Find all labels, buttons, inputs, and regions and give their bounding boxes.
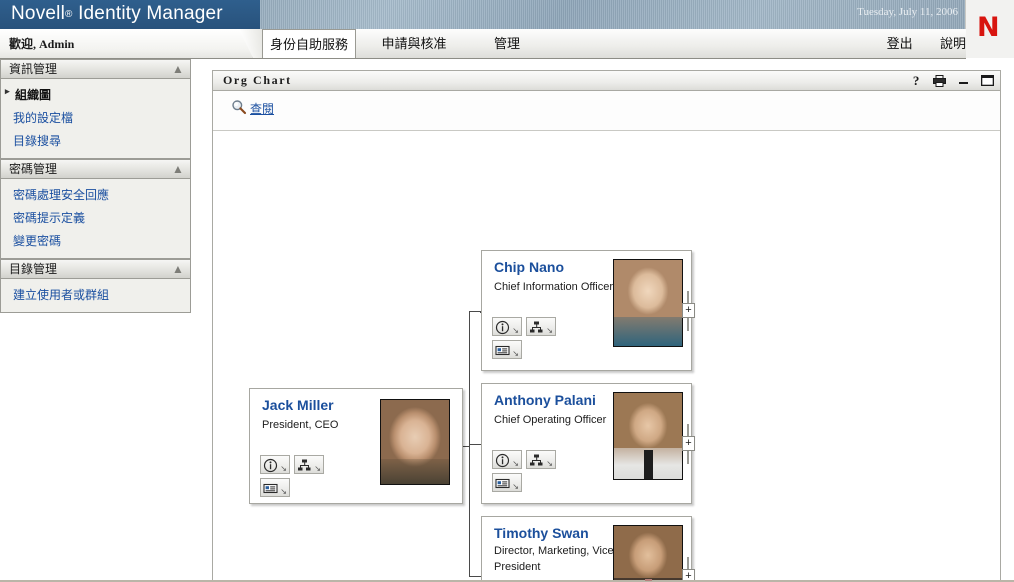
- welcome-username: , Admin: [33, 37, 75, 51]
- node-name: Jack Miller: [262, 397, 334, 413]
- expand-node-button-1[interactable]: +: [682, 303, 695, 318]
- node-button-row-2: ↘: [260, 478, 290, 497]
- info-button[interactable]: ↘: [492, 317, 522, 336]
- sidebar-item-change-password[interactable]: 變更密碼: [1, 229, 190, 252]
- dropdown-caret-icon[interactable]: ↘: [512, 327, 519, 335]
- sidebar: 資訊管理 ▲ 組織圖 我的設定檔 目錄搜尋 密碼管理 ▲ 密碼處理安全回應 密碼…: [0, 59, 191, 313]
- expand-node-button-2[interactable]: +: [682, 436, 695, 451]
- sidebar-group-body-information: 組織圖 我的設定檔 目錄搜尋: [0, 79, 191, 159]
- info-button[interactable]: ↘: [492, 450, 522, 469]
- sidebar-item-directory-search[interactable]: 目錄搜尋: [1, 129, 190, 152]
- dropdown-caret-icon[interactable]: ↘: [280, 465, 287, 473]
- current-date: Tuesday, July 11, 2006: [857, 6, 958, 18]
- node-name: Timothy Swan: [494, 525, 589, 541]
- node-title: Chief Operating Officer: [494, 414, 607, 426]
- sidebar-item-password-challenge-response[interactable]: 密碼處理安全回應: [1, 183, 190, 206]
- chip-nano-photo: [613, 259, 683, 347]
- lookup-label: 查閱: [250, 102, 275, 116]
- brand-novell: Novell: [11, 3, 65, 24]
- sidebar-group-header-password[interactable]: 密碼管理 ▲: [0, 159, 191, 179]
- top-links: 登出 說明: [863, 29, 966, 58]
- dropdown-caret-icon[interactable]: ↘: [512, 460, 519, 468]
- connector-to-anthony: [469, 444, 481, 445]
- email-button[interactable]: ↘: [260, 478, 290, 497]
- org-node-child-3[interactable]: Timothy Swan Director, Marketing, Vice P…: [481, 516, 692, 581]
- org-chart-button[interactable]: ↘: [526, 450, 556, 469]
- org-chart-button[interactable]: ↘: [294, 455, 324, 474]
- sidebar-group-title: 密碼管理: [9, 162, 58, 176]
- dropdown-caret-icon[interactable]: ↘: [546, 460, 553, 468]
- sidebar-group-title: 目錄管理: [9, 262, 58, 276]
- email-button[interactable]: ↘: [492, 340, 522, 359]
- info-button[interactable]: ↘: [260, 455, 290, 474]
- brand-registered-mark: ®: [65, 9, 73, 20]
- tab-identity-self-service[interactable]: 身份自助服務: [262, 29, 356, 58]
- dropdown-caret-icon[interactable]: ↘: [512, 483, 519, 491]
- sidebar-group-body-password: 密碼處理安全回應 密碼提示定義 變更密碼: [0, 179, 191, 259]
- sidebar-group-title: 資訊管理: [9, 62, 58, 76]
- org-node-root[interactable]: Jack Miller President, CEO ↘ ↘ ↘: [249, 388, 463, 504]
- tab-administration[interactable]: 管理: [480, 29, 534, 58]
- chevron-up-icon[interactable]: ▲: [171, 62, 185, 76]
- panel-title-bar: Org Chart ?: [213, 71, 1000, 91]
- sidebar-group-header-information[interactable]: 資訊管理 ▲: [0, 59, 191, 79]
- node-button-row-1: ↘ ↘: [260, 455, 324, 474]
- magnifier-icon: [231, 99, 247, 118]
- product-brand: Novell® Identity Manager: [11, 3, 223, 25]
- org-chart-canvas: Jack Miller President, CEO ↘ ↘ ↘ Chip Na…: [213, 131, 1000, 581]
- connector-spine-lower: [469, 444, 470, 576]
- tab-requests-approvals[interactable]: 申請與核准: [370, 29, 458, 58]
- sidebar-item-create-user-or-group[interactable]: 建立使用者或群組: [1, 283, 190, 306]
- node-button-row-1: ↘ ↘: [492, 317, 556, 336]
- node-title: President, CEO: [262, 419, 339, 431]
- dropdown-caret-icon[interactable]: ↘: [546, 327, 553, 335]
- minimize-icon[interactable]: [958, 75, 969, 86]
- welcome-text: 歡迎, Admin: [9, 35, 74, 52]
- help-link[interactable]: 說明: [940, 36, 966, 51]
- node-button-row-1: ↘ ↘: [492, 450, 556, 469]
- brand-product-name: Identity Manager: [78, 3, 223, 24]
- timothy-swan-photo: [613, 525, 683, 581]
- org-node-child-1[interactable]: Chip Nano Chief Information Officer ↘ ↘ …: [481, 250, 692, 371]
- novell-logo-box: N: [965, 0, 1014, 58]
- help-icon[interactable]: ?: [913, 74, 921, 87]
- email-button[interactable]: ↘: [492, 473, 522, 492]
- org-node-child-2[interactable]: Anthony Palani Chief Operating Officer ↘: [481, 383, 692, 504]
- sidebar-item-org-chart[interactable]: 組織圖: [1, 83, 190, 106]
- connector-to-timothy: [469, 576, 481, 577]
- anthony-palani-photo: [613, 392, 683, 480]
- lookup-action[interactable]: 查閱: [231, 99, 274, 118]
- node-name: Anthony Palani: [494, 392, 596, 408]
- top-banner: Novell® Identity Manager Tuesday, July 1…: [0, 0, 1014, 29]
- node-button-row-2: ↘: [492, 340, 522, 359]
- logout-link[interactable]: 登出: [887, 36, 913, 51]
- org-chart-panel: Org Chart ? 查閱 Jack Miller President, CE…: [212, 70, 1001, 582]
- welcome-block: 歡迎, Admin: [0, 29, 252, 58]
- node-name: Chip Nano: [494, 259, 564, 275]
- dropdown-caret-icon[interactable]: ↘: [314, 465, 321, 473]
- maximize-icon[interactable]: [981, 75, 994, 86]
- sidebar-group-header-directory[interactable]: 目錄管理 ▲: [0, 259, 191, 279]
- node-button-row-2: ↘: [492, 473, 522, 492]
- panel-toolbar: 查閱: [213, 91, 1000, 131]
- dropdown-caret-icon[interactable]: ↘: [280, 488, 287, 496]
- node-title: Director, Marketing, Vice President: [494, 545, 614, 573]
- org-chart-button[interactable]: ↘: [526, 317, 556, 336]
- print-icon[interactable]: [933, 74, 946, 87]
- page-title: Org Chart: [223, 73, 292, 87]
- sidebar-group-body-directory: 建立使用者或群組: [0, 279, 191, 313]
- node-title: Chief Information Officer: [494, 281, 614, 293]
- dropdown-caret-icon[interactable]: ↘: [512, 350, 519, 358]
- sidebar-item-my-profile[interactable]: 我的設定檔: [1, 106, 190, 129]
- chevron-up-icon[interactable]: ▲: [171, 162, 185, 176]
- novell-n-logo: N: [977, 12, 1000, 43]
- jack-miller-photo: [380, 399, 450, 485]
- panel-controls: ?: [913, 71, 994, 90]
- connector-spine: [469, 311, 470, 447]
- chevron-up-icon[interactable]: ▲: [171, 262, 185, 276]
- welcome-greeting: 歡迎: [9, 37, 34, 51]
- sidebar-item-password-hint-definition[interactable]: 密碼提示定義: [1, 206, 190, 229]
